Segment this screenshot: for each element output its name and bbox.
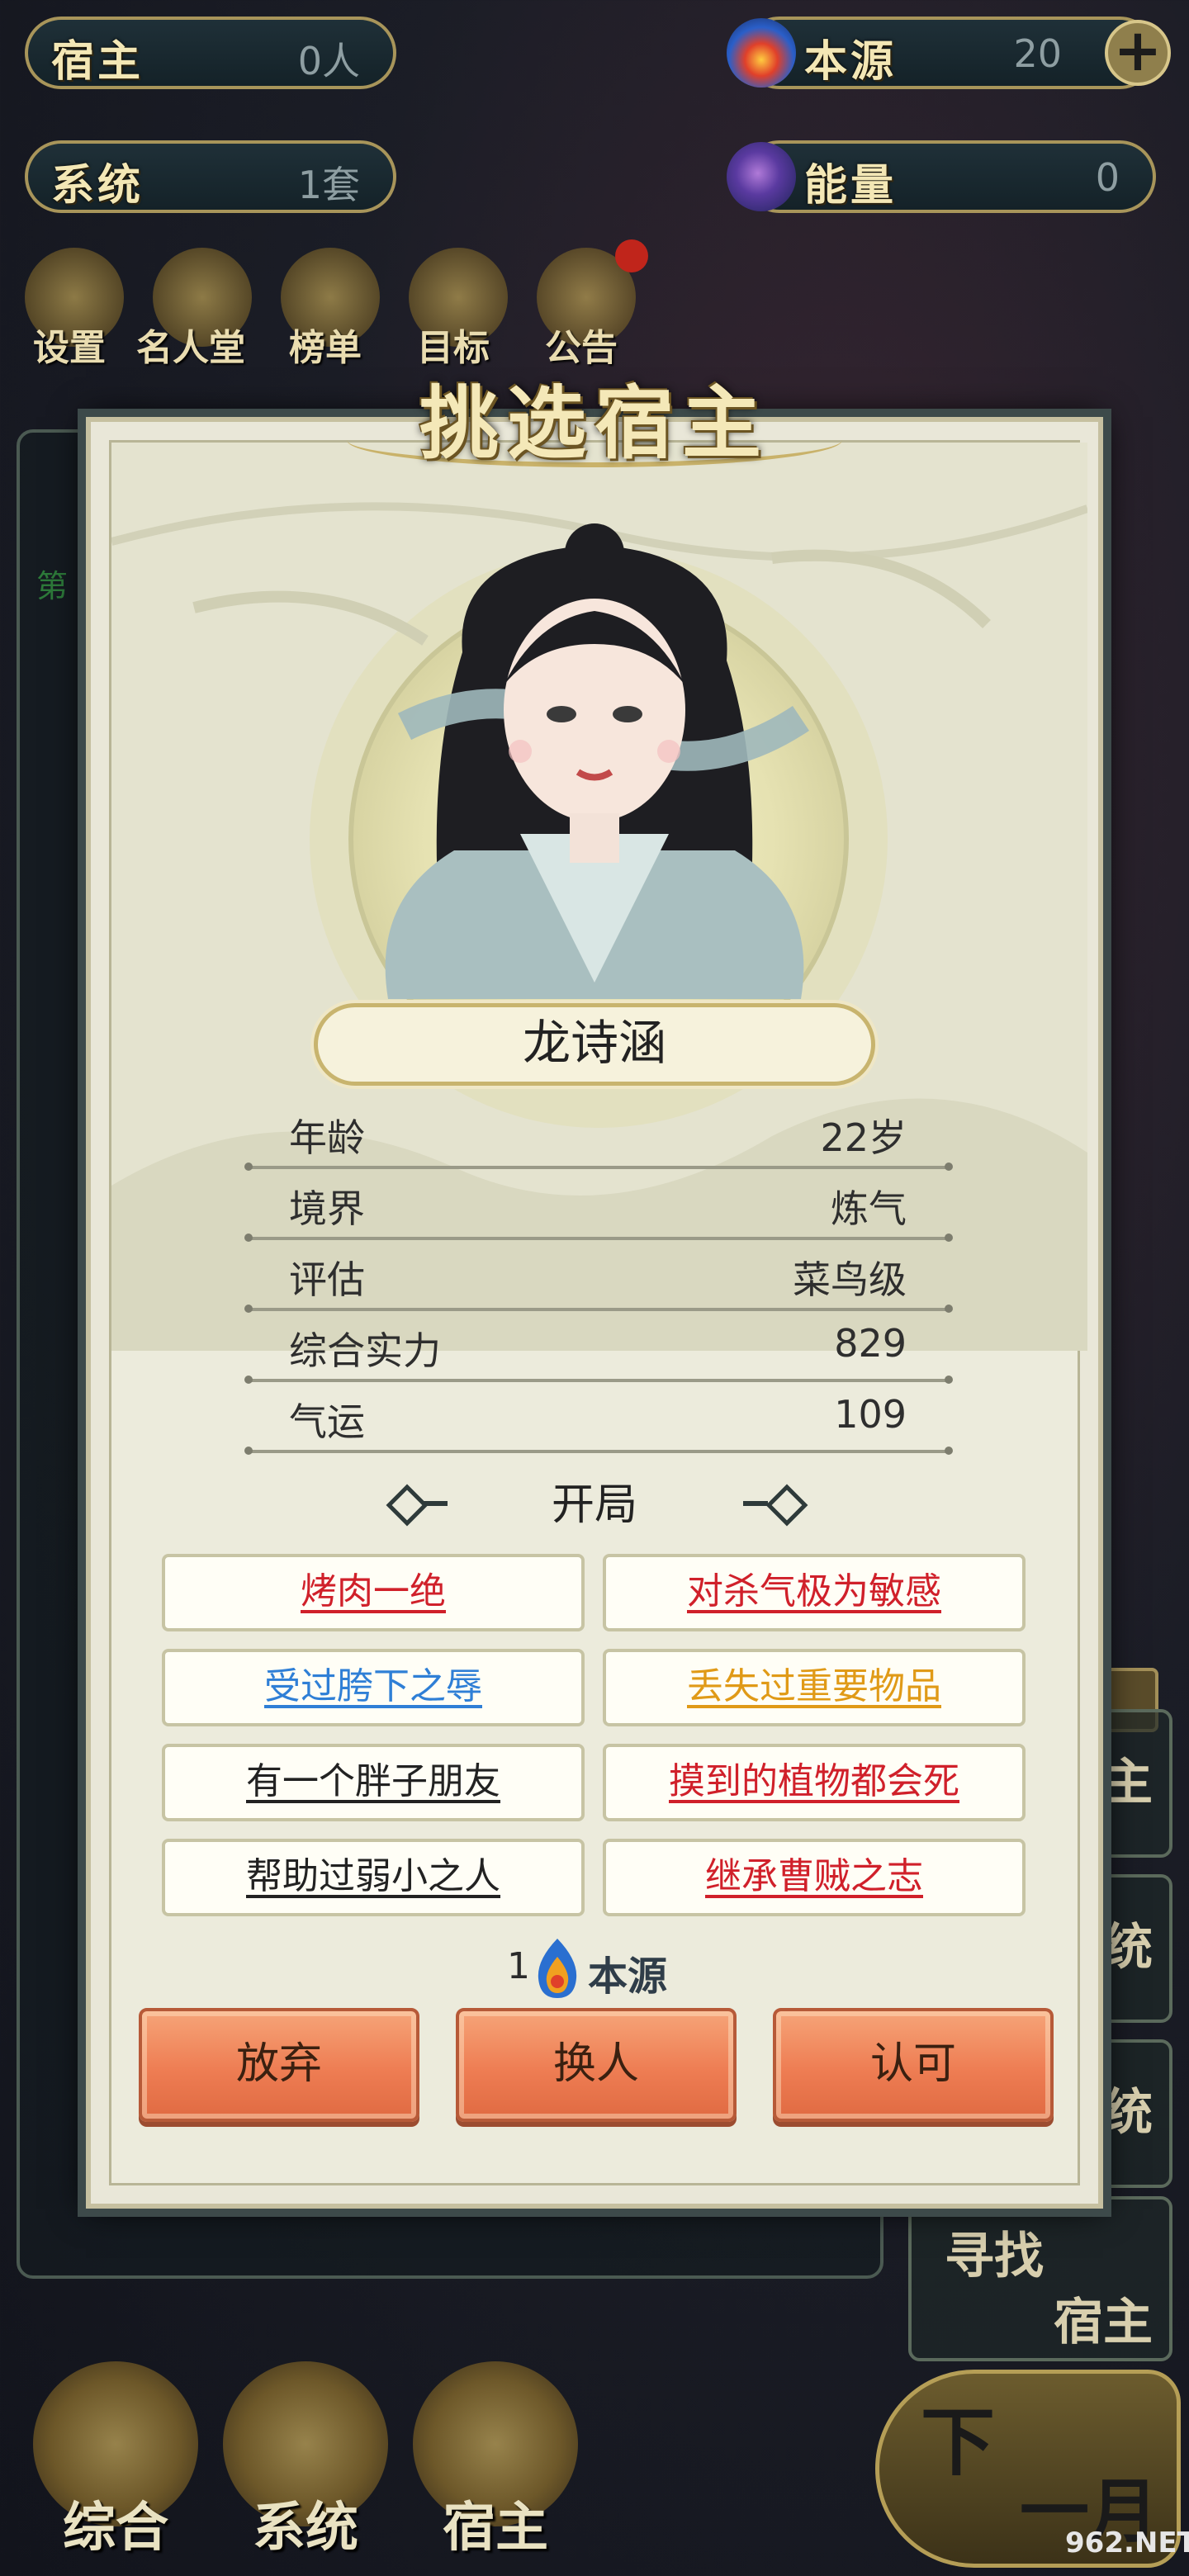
trait-item[interactable]: 有一个胖子朋友 [162, 1744, 585, 1821]
trait-item[interactable]: 帮助过弱小之人 [162, 1839, 585, 1916]
stat-value: 829 [834, 1321, 907, 1366]
ornament-line-right [743, 1501, 768, 1506]
nav-overview-label: 综合 [63, 2497, 168, 2559]
source-resource-bar: 本源 20 [743, 17, 1156, 89]
nav-system-label: 系统 [253, 2497, 358, 2559]
stat-value: 菜鸟级 [793, 1257, 907, 1302]
energy-orb-icon [727, 142, 796, 211]
swap-cost: 1 本源 [495, 1932, 694, 2006]
energy-resource-bar: 能量 0 [743, 140, 1156, 213]
stat-row-realm: 境界 炼气 [244, 1169, 953, 1242]
stat-label: 综合实力 [289, 1328, 441, 1373]
host-portrait [385, 523, 809, 999]
find-host-line1: 寻找 [945, 2228, 1044, 2285]
host-count-value: 0人 [297, 39, 360, 83]
trait-item[interactable]: 受过胯下之辱 [162, 1649, 585, 1726]
opening-section-title: 开局 [551, 1480, 637, 1530]
menu-leaderboard-label[interactable]: 榜单 [289, 318, 362, 371]
next-month-line1: 下 [921, 2398, 995, 2486]
swap-button[interactable]: 换人 [456, 2008, 737, 2122]
host-count-bar: 宿主 0人 [25, 17, 396, 89]
trait-item[interactable]: 对杀气极为敏感 [603, 1554, 1026, 1631]
stat-row-rating: 评估 菜鸟级 [244, 1240, 953, 1313]
stat-row-power: 综合实力 829 [244, 1311, 953, 1384]
system-count-value: 1套 [297, 163, 360, 207]
stat-value: 炼气 [831, 1186, 907, 1231]
menu-hall-of-fame-label[interactable]: 名人堂 [136, 318, 245, 371]
site-watermark: 962.NET [1065, 2526, 1189, 2559]
menu-settings-label[interactable]: 设置 [33, 318, 106, 371]
trait-item[interactable]: 烤肉一绝 [162, 1554, 585, 1631]
stat-value: 22岁 [820, 1115, 907, 1160]
source-flame-icon [538, 1939, 577, 1998]
cost-amount: 1 [507, 1945, 530, 1987]
energy-value: 0 [1095, 155, 1120, 200]
find-host-button[interactable]: 寻找 宿主 [908, 2196, 1172, 2361]
stat-label: 年龄 [289, 1115, 365, 1160]
stat-label: 评估 [289, 1257, 365, 1302]
trait-item[interactable]: 丢失过重要物品 [603, 1649, 1026, 1726]
system-count-label: 系统 [51, 160, 144, 211]
trait-item[interactable]: 继承曹贼之志 [603, 1839, 1026, 1916]
stat-value: 109 [834, 1392, 907, 1437]
cost-label: 本源 [588, 1953, 668, 2000]
nav-overview[interactable]: 综合 [25, 2361, 206, 2559]
stat-row-luck: 气运 109 [244, 1382, 953, 1455]
abandon-button[interactable]: 放弃 [139, 2008, 419, 2122]
system-count-bar: 系统 1套 [25, 140, 396, 213]
stat-row-age: 年龄 22岁 [244, 1098, 953, 1171]
source-flame-icon [727, 18, 796, 88]
find-host-line2: 宿主 [1054, 2294, 1153, 2351]
divider [244, 1447, 953, 1455]
stat-label: 气运 [289, 1399, 365, 1444]
approve-button[interactable]: 认可 [773, 2008, 1054, 2122]
notification-dot [615, 239, 648, 272]
host-name-plate: 龙诗涵 [314, 1003, 875, 1086]
source-label: 本源 [804, 36, 898, 87]
trait-item[interactable]: 摸到的植物都会死 [603, 1744, 1026, 1821]
nav-system[interactable]: 系统 [215, 2361, 396, 2559]
source-value: 20 [1013, 31, 1062, 76]
nav-host[interactable]: 宿主 [405, 2361, 586, 2559]
nav-host-label: 宿主 [443, 2497, 548, 2559]
dialog-title: 挑选宿主 [419, 376, 770, 470]
host-count-label: 宿主 [51, 36, 144, 87]
stat-label: 境界 [289, 1186, 365, 1231]
energy-label: 能量 [804, 160, 898, 211]
add-source-button[interactable]: + [1105, 20, 1171, 86]
background-partial-text: 第 [36, 568, 69, 604]
